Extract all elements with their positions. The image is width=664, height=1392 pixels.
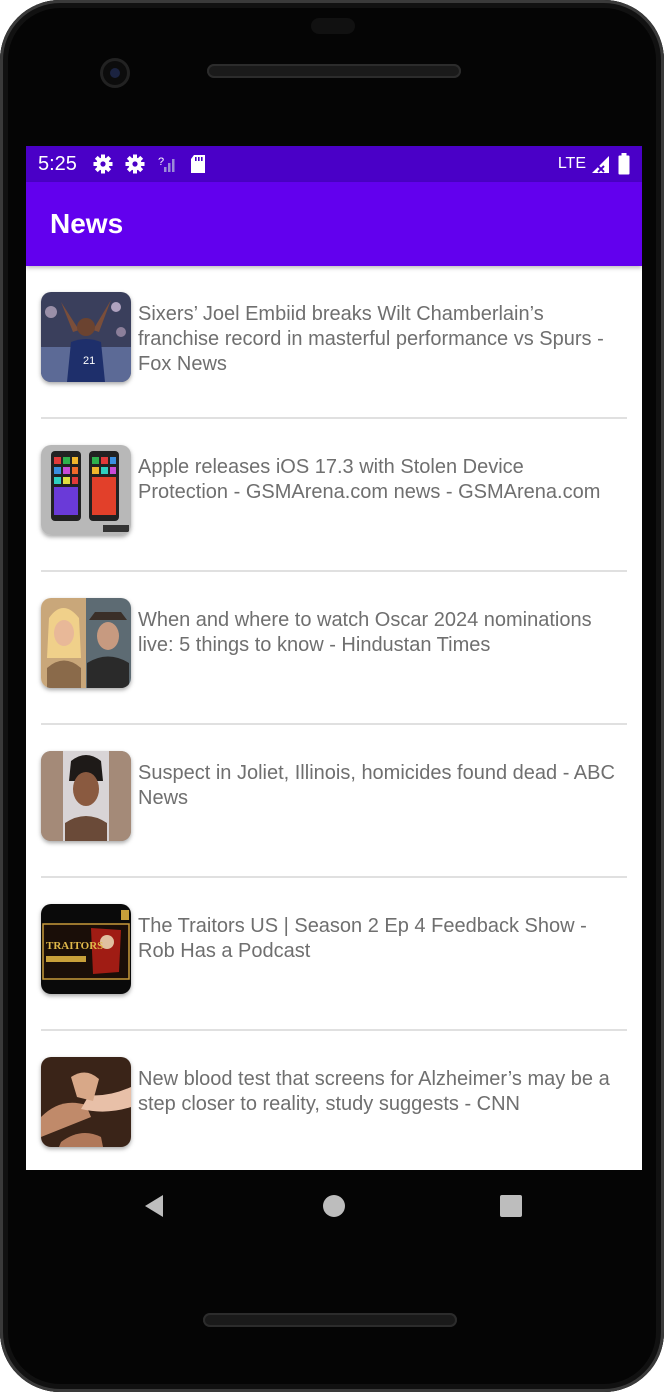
podcast-cover-image: TRAITORS (41, 904, 131, 994)
proximity-sensor (311, 18, 355, 34)
portrait-image (41, 751, 131, 841)
svg-text:?: ? (158, 156, 164, 168)
gear-icon (125, 154, 145, 174)
app-title: News (50, 208, 124, 239)
news-headline: The Traitors US | Season 2 Ep 4 Feedback… (138, 915, 587, 962)
news-headline: Sixers’ Joel Embiid breaks Wilt Chamberl… (138, 303, 604, 375)
news-item[interactable]: Suspect in Joliet, Illinois, homicides f… (41, 725, 627, 878)
news-headline: Apple releases iOS 17.3 with Stolen Devi… (138, 456, 601, 503)
podcast-title-text: TRAITORS (46, 940, 103, 952)
battery-icon (618, 153, 630, 175)
news-item[interactable]: New blood test that screens for Alzheime… (41, 1031, 627, 1170)
news-item[interactable]: 21 Sixers’ Joel Embiid breaks Wilt Chamb… (41, 266, 627, 419)
news-item[interactable]: Apple releases iOS 17.3 with Stolen Devi… (41, 419, 627, 572)
back-icon[interactable] (140, 1192, 168, 1220)
news-headline: When and where to watch Oscar 2024 nomin… (138, 609, 592, 656)
network-type: LTE (557, 155, 586, 172)
holding-hands-image (41, 1057, 131, 1147)
gear-icon (93, 154, 113, 174)
news-headline: New blood test that screens for Alzheime… (138, 1068, 610, 1115)
status-bar: 5:25 ? LTE (26, 146, 642, 182)
status-time: 5:25 (38, 152, 77, 175)
news-headline: Suspect in Joliet, Illinois, homicides f… (138, 762, 615, 809)
recents-icon[interactable] (497, 1192, 525, 1220)
front-camera-icon (100, 58, 130, 88)
navigation-bar (26, 1170, 642, 1242)
home-icon[interactable] (320, 1192, 348, 1220)
news-list: 21 Sixers’ Joel Embiid breaks Wilt Chamb… (26, 266, 642, 1170)
lte-signal-icon (590, 154, 610, 174)
movie-stars-image (41, 598, 131, 688)
phone-frame: 5:25 ? LTE News 21 Sixers’ Joel Embiid b… (0, 0, 664, 1392)
news-item[interactable]: When and where to watch Oscar 2024 nomin… (41, 572, 627, 725)
app-bar: News (26, 182, 642, 266)
svg-text:21: 21 (83, 355, 95, 367)
earpiece-speaker (207, 64, 461, 78)
sd-card-icon (189, 154, 207, 174)
bottom-speaker (203, 1313, 457, 1327)
basketball-player-image: 21 (41, 292, 131, 382)
news-item[interactable]: TRAITORS The Traitors US | Season 2 Ep 4… (41, 878, 627, 1031)
smartphones-image (41, 445, 131, 535)
signal-question-icon: ? (157, 154, 177, 174)
screen: 5:25 ? LTE News 21 Sixers’ Joel Embiid b… (26, 146, 642, 1170)
